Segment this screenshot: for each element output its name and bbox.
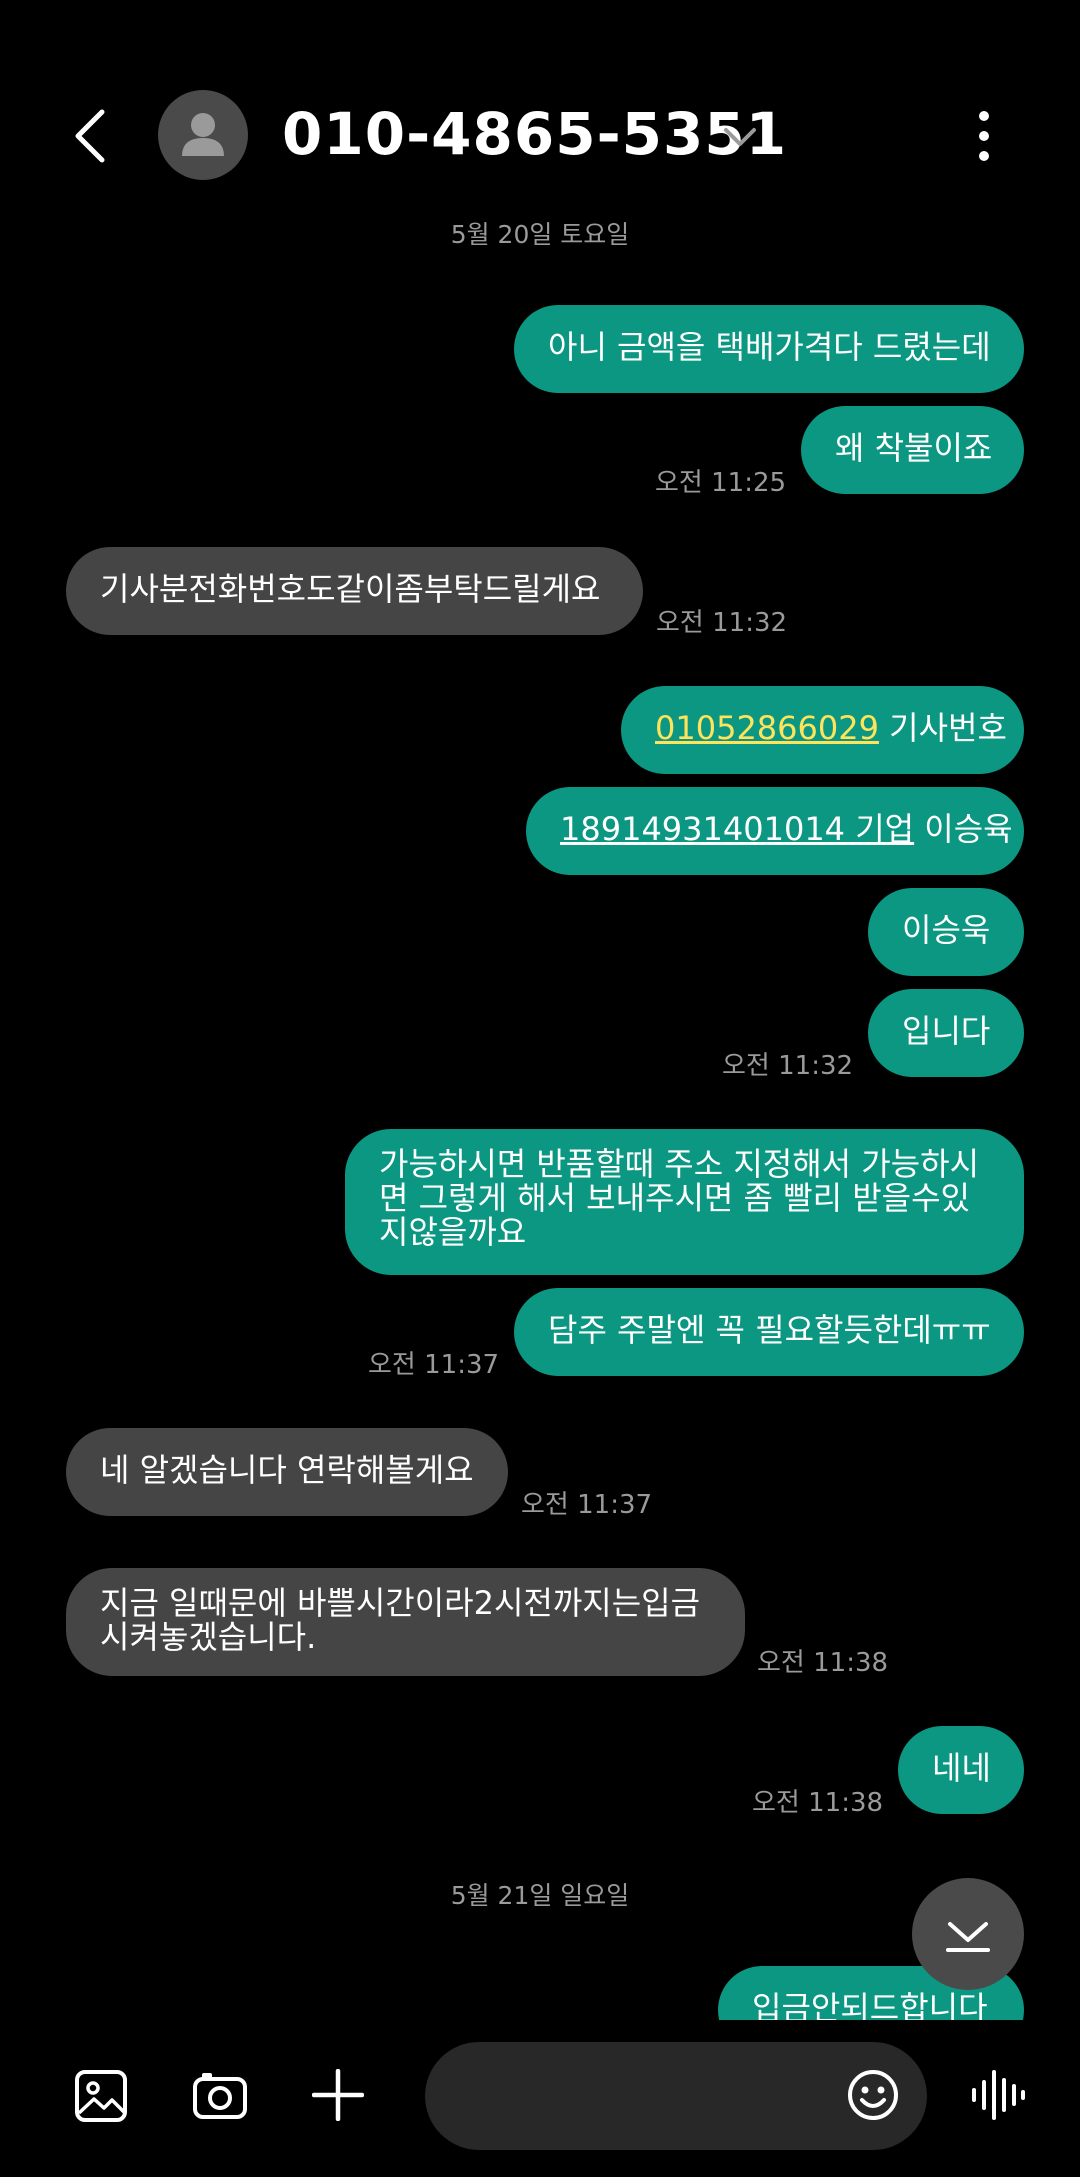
outgoing-message[interactable]: 이승욱 <box>868 888 1024 976</box>
message-line: 지않을까요 <box>379 1213 527 1251</box>
message-line: 면 그렇게 해서 보내주시면 좀 빨리 받을수있 <box>379 1179 970 1217</box>
message-line: 시켜놓겠습니다. <box>100 1618 317 1656</box>
scroll-down-icon <box>946 1922 990 1952</box>
outgoing-message[interactable]: 18914931401014 기업 이승육 <box>526 787 1024 875</box>
scroll-down-button[interactable] <box>912 1878 1024 1990</box>
date-separator: 5월 20일 토요일 <box>450 220 630 249</box>
message-line: 지금 일때문에 바쁠시간이라2시전까지는입금 <box>100 1584 701 1622</box>
person-icon <box>182 113 224 156</box>
outgoing-message[interactable]: 01052866029 기사번호 <box>621 686 1024 774</box>
outgoing-message[interactable]: 입니다 <box>868 989 1024 1077</box>
timestamp: 오전 11:37 <box>521 1490 653 1520</box>
contact-avatar[interactable] <box>158 90 248 180</box>
outgoing-message[interactable]: 왜 착불이죠 <box>801 406 1024 494</box>
message-text: 이승육 <box>914 810 1013 848</box>
incoming-message[interactable]: 지금 일때문에 바쁠시간이라2시전까지는입금 시켜놓겠습니다. <box>66 1568 745 1676</box>
incoming-message[interactable]: 네 알겠습니다 연락해볼게요 <box>66 1428 508 1516</box>
chevron-down-icon[interactable] <box>720 122 760 150</box>
plus-icon[interactable] <box>311 2068 365 2122</box>
message-text: 기사번호 <box>878 709 1007 747</box>
timestamp: 오전 11:32 <box>722 1051 854 1081</box>
phone-link[interactable]: 01052866029 <box>655 709 879 747</box>
timestamp: 오전 11:38 <box>757 1648 889 1678</box>
timestamp: 오전 11:37 <box>368 1350 500 1380</box>
incoming-message[interactable]: 기사분전화번호도같이좀부탁드릴게요 <box>66 547 643 635</box>
contact-title[interactable]: 010-4865-5351 <box>282 96 787 172</box>
gallery-icon[interactable] <box>74 2069 128 2123</box>
camera-icon[interactable] <box>192 2070 248 2120</box>
timestamp: 오전 11:38 <box>752 1788 884 1818</box>
voice-icon[interactable] <box>970 2068 1026 2122</box>
timestamp: 오전 11:25 <box>655 468 787 498</box>
message-line: 가능하시면 반품할때 주소 지정해서 가능하시 <box>379 1145 980 1183</box>
back-arrow-icon[interactable] <box>70 108 110 164</box>
outgoing-message[interactable]: 담주 주말엔 꼭 필요할듯한데ㅠㅠ <box>514 1288 1024 1376</box>
outgoing-message[interactable]: 가능하시면 반품할때 주소 지정해서 가능하시 면 그렇게 해서 보내주시면 좀… <box>345 1129 1024 1275</box>
account-link[interactable]: 18914931401014 기업 <box>560 810 914 848</box>
timestamp: 오전 11:32 <box>656 608 788 638</box>
message-list[interactable]: 5월 20일 토요일 아니 금액을 택배가격다 드렸는데 왜 착불이죠 오전 1… <box>0 200 1080 2020</box>
outgoing-message[interactable]: 아니 금액을 택배가격다 드렸는데 <box>514 305 1024 393</box>
emoji-icon[interactable] <box>846 2068 900 2122</box>
more-vertical-icon[interactable] <box>972 108 996 164</box>
outgoing-message[interactable]: 네네 <box>898 1726 1024 1814</box>
